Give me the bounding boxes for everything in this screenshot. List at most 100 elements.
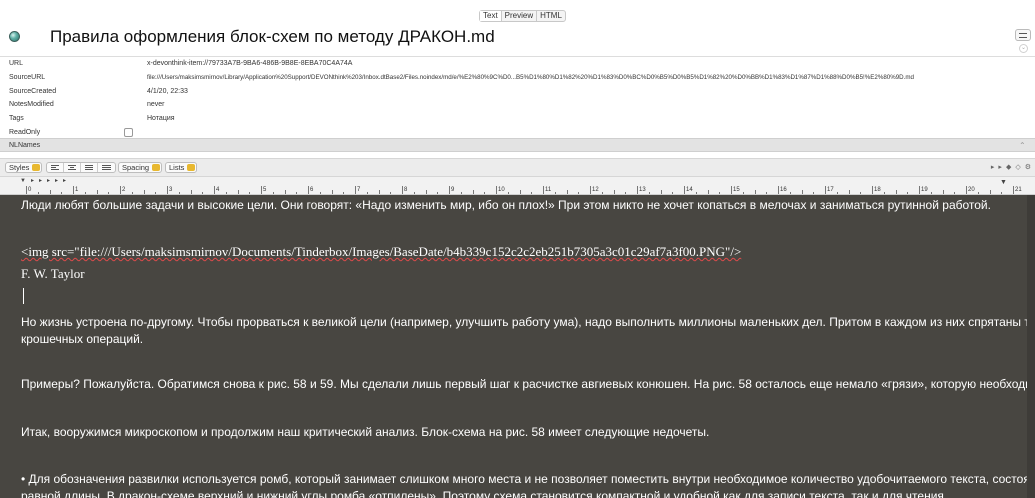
ruler-major-tick bbox=[543, 186, 544, 194]
ruler-minor-tick bbox=[284, 190, 286, 194]
right-margin-marker-icon[interactable]: ▼ bbox=[1000, 179, 1007, 186]
ruler-minor-tick bbox=[143, 190, 145, 194]
ruler-minor-tick bbox=[225, 192, 227, 194]
ruler-major-tick bbox=[308, 186, 309, 194]
next-icon[interactable]: ▸ bbox=[998, 163, 1002, 171]
ruler-minor-tick bbox=[742, 192, 744, 194]
meta-row-tags: Tags Нотация bbox=[0, 112, 1035, 126]
meta-value[interactable]: never bbox=[147, 98, 165, 112]
ruler-minor-tick bbox=[390, 192, 392, 194]
diamond-icon[interactable]: ◆ bbox=[1006, 163, 1011, 171]
ruler-major-tick bbox=[449, 186, 450, 194]
ruler-major-tick bbox=[1013, 186, 1014, 194]
ruler-minor-tick bbox=[425, 190, 427, 194]
meta-key: Tags bbox=[9, 115, 24, 123]
ruler-minor-tick bbox=[660, 190, 662, 194]
ruler-number: 0 bbox=[28, 187, 32, 193]
ruler-number: 3 bbox=[169, 187, 173, 193]
align-left-icon[interactable] bbox=[47, 163, 64, 172]
ruler-minor-tick bbox=[531, 192, 533, 194]
meta-value[interactable]: x-devonthink-item://79733A7B-9BA6-486B-9… bbox=[147, 57, 352, 71]
align-justify-icon[interactable] bbox=[98, 163, 115, 172]
diamond-outline-icon[interactable]: ◇ bbox=[1015, 163, 1020, 171]
ruler-minor-tick bbox=[202, 192, 204, 194]
readonly-checkbox[interactable] bbox=[124, 128, 133, 138]
ruler-minor-tick bbox=[96, 190, 98, 194]
meta-value[interactable]: Нотация bbox=[147, 112, 175, 126]
ruler-minor-tick bbox=[695, 192, 697, 194]
ruler-number: 9 bbox=[451, 187, 455, 193]
tab-stop-icon[interactable]: ▸ bbox=[47, 178, 50, 185]
inspector-toggle-icon[interactable] bbox=[1015, 29, 1031, 41]
img-tag-text: <img src="file:///Users/maksimsmirnov/Do… bbox=[21, 244, 742, 259]
meta-row-url: URL x-devonthink-item://79733A7B-9BA6-48… bbox=[0, 57, 1035, 71]
ruler-minor-tick bbox=[836, 192, 838, 194]
ruler-number: 20 bbox=[968, 187, 975, 193]
ruler-minor-tick bbox=[625, 192, 627, 194]
ruler-minor-tick bbox=[472, 190, 474, 194]
view-preview-button[interactable]: Preview bbox=[502, 11, 538, 21]
ruler-number: 15 bbox=[733, 187, 740, 193]
ruler-minor-tick bbox=[37, 192, 39, 194]
document-header: Text Preview HTML Правила оформления бло… bbox=[0, 0, 1035, 56]
meta-value[interactable]: file:///Users/maksimsmirnov/Library/Appl… bbox=[147, 71, 914, 85]
text-editor[interactable]: Люди любят большие задачи и высокие цели… bbox=[0, 195, 1035, 498]
paragraph: Но жизнь устроена по-другому. Чтобы прор… bbox=[21, 315, 1035, 329]
ruler-minor-tick bbox=[131, 192, 133, 194]
ruler-major-tick bbox=[778, 186, 779, 194]
ruler-minor-tick bbox=[237, 190, 239, 194]
tab-stop-icon[interactable]: ▸ bbox=[55, 178, 58, 185]
collapse-chevron-icon[interactable]: ⌃ bbox=[1019, 139, 1026, 152]
ruler-minor-tick bbox=[954, 192, 956, 194]
tab-stop-icon[interactable]: ▸ bbox=[31, 178, 34, 185]
align-center-icon[interactable] bbox=[64, 163, 81, 172]
ruler-major-tick bbox=[825, 186, 826, 194]
styles-dropdown[interactable]: Styles bbox=[5, 162, 43, 173]
document-title[interactable]: Правила оформления блок-схем по методу Д… bbox=[50, 27, 495, 47]
ruler-minor-tick bbox=[578, 192, 580, 194]
paragraph: Итак, вооружимся микроскопом и продолжим… bbox=[21, 425, 710, 439]
play-icon[interactable]: ▸ bbox=[991, 163, 995, 171]
align-right-icon[interactable] bbox=[81, 163, 98, 172]
meta-value[interactable]: 4/1/20, 22:33 bbox=[147, 85, 188, 99]
ruler-minor-tick bbox=[554, 192, 556, 194]
meta-key: SourceURL bbox=[9, 73, 46, 81]
ruler-minor-tick bbox=[789, 192, 791, 194]
ruler-minor-tick bbox=[49, 190, 51, 194]
ruler-minor-tick bbox=[813, 192, 815, 194]
ruler-major-tick bbox=[590, 186, 591, 194]
editor-scrollbar[interactable] bbox=[1027, 195, 1035, 498]
ruler-major-tick bbox=[214, 186, 215, 194]
view-mode-toggle[interactable]: Text Preview HTML bbox=[479, 10, 566, 22]
ruler-major-tick bbox=[637, 186, 638, 194]
ruler-minor-tick bbox=[190, 190, 192, 194]
lists-dropdown[interactable]: Lists bbox=[165, 162, 198, 173]
tab-stop-icon[interactable]: ▸ bbox=[63, 178, 66, 185]
meta-key: NotesModified bbox=[9, 101, 54, 109]
ruler-minor-tick bbox=[343, 192, 345, 194]
gear-icon[interactable]: ⚙ bbox=[1025, 163, 1031, 171]
meta-row-nlnames[interactable]: NLNames ⌃ bbox=[0, 138, 1035, 152]
ruler-minor-tick bbox=[378, 190, 380, 194]
ruler-number: 17 bbox=[827, 187, 834, 193]
view-html-button[interactable]: HTML bbox=[537, 11, 565, 21]
indent-marker-icon[interactable]: ▼ bbox=[20, 178, 26, 185]
ruler-major-tick bbox=[120, 186, 121, 194]
ruler-minor-tick bbox=[519, 190, 521, 194]
ruler[interactable]: ▼ ▸ ▸ ▸ ▸ ▸ ▼ 0 1 2 3 4 5 6 7 8 9 10 11 12 13 14 15 16 17… bbox=[0, 176, 1035, 195]
text-caret bbox=[23, 288, 24, 304]
ruler-major-tick bbox=[872, 186, 873, 194]
expand-chevron-icon[interactable]: ⌄ bbox=[1019, 44, 1028, 53]
ruler-number: 13 bbox=[639, 187, 646, 193]
ruler-minor-tick bbox=[942, 190, 944, 194]
dropdown-arrow-icon bbox=[152, 164, 161, 171]
tab-stop-icon[interactable]: ▸ bbox=[39, 178, 42, 185]
ruler-minor-tick bbox=[719, 192, 721, 194]
spacing-dropdown[interactable]: Spacing bbox=[118, 162, 163, 173]
view-text-button[interactable]: Text bbox=[480, 11, 502, 21]
label-color-icon[interactable] bbox=[9, 31, 20, 42]
metadata-panel: URL x-devonthink-item://79733A7B-9BA6-48… bbox=[0, 56, 1035, 140]
alignment-segmented-control[interactable] bbox=[46, 162, 116, 173]
tab-stops[interactable]: ▼ ▸ ▸ ▸ ▸ ▸ bbox=[20, 178, 66, 185]
ruler-minor-tick bbox=[848, 190, 850, 194]
